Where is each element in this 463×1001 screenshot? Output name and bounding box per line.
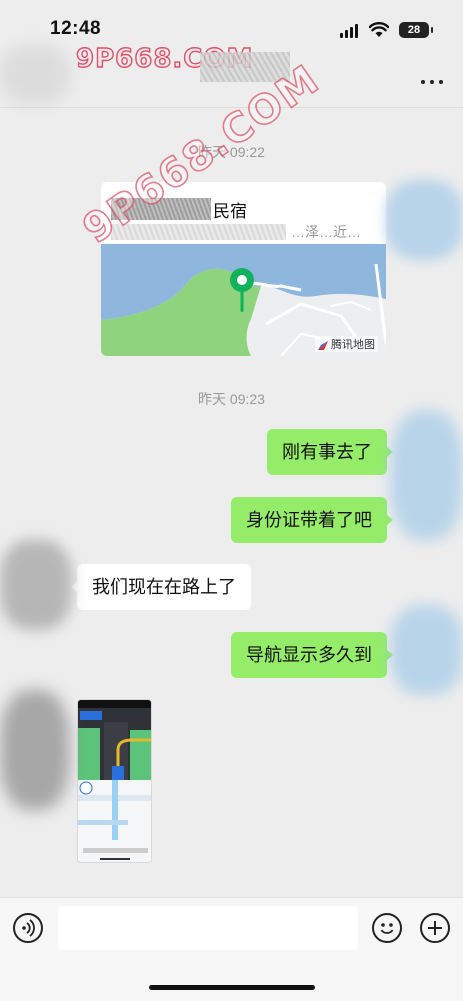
location-title: 民宿 (213, 202, 247, 221)
tencent-map-logo-icon (318, 340, 328, 350)
home-indicator (149, 985, 315, 990)
location-address: …泽…近… (291, 224, 361, 240)
message-bubble-sent[interactable]: 导航显示多久到 (231, 632, 393, 678)
voice-icon (22, 919, 35, 937)
voice-input-button[interactable] (13, 913, 43, 943)
map-pin-icon (230, 268, 254, 312)
more-options-button[interactable] (420, 70, 444, 94)
timestamp: 昨天 09:23 (198, 391, 265, 407)
map-credit-text: 腾讯地图 (331, 339, 375, 351)
decorative-smudge (390, 410, 463, 540)
map-credit: 腾讯地图 (315, 336, 378, 352)
battery-icon: 28 (399, 22, 433, 38)
message-input[interactable] (58, 906, 358, 950)
plus-icon (428, 921, 442, 935)
image-message-thumbnail[interactable] (77, 699, 152, 863)
smiley-icon (380, 923, 394, 934)
decorative-smudge (0, 540, 72, 630)
cellular-signal-icon (340, 24, 362, 38)
decorative-smudge (0, 690, 70, 810)
message-bubble-sent[interactable]: 刚有事去了 (267, 429, 393, 475)
clock: 12:48 (50, 18, 102, 39)
decorative-smudge (390, 605, 463, 695)
message-bubble-sent[interactable]: 身份证带着了吧 (231, 497, 393, 543)
message-bubble-received[interactable]: 我们现在在路上了 (71, 564, 251, 610)
navigation-screenshot-image (78, 700, 151, 862)
decorative-smudge (385, 180, 463, 260)
emoji-button[interactable] (372, 913, 402, 943)
more-actions-button[interactable] (420, 913, 450, 943)
decorative-smudge (0, 45, 70, 105)
wifi-icon (369, 22, 389, 37)
